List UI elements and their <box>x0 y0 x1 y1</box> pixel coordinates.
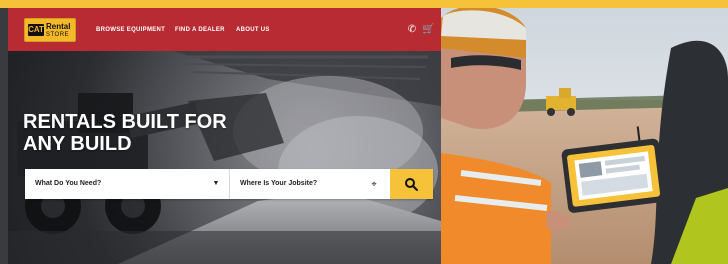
nav-browse-equipment[interactable]: BROWSE EQUIPMENT <box>96 24 168 36</box>
hero-title-line-1: RENTALS BUILT FOR <box>23 111 227 133</box>
worker-tablet-photo <box>441 8 728 264</box>
equipment-select[interactable]: What Do You Need? ▼ <box>25 169 230 199</box>
phone-icon[interactable]: ✆ <box>406 24 418 36</box>
hero-machinery-photo <box>8 51 441 264</box>
left-edge-strip <box>0 8 8 264</box>
hero-title-line-2: ANY BUILD <box>23 133 132 155</box>
logo-store-text: STORE <box>46 32 70 38</box>
nav-about-us[interactable]: ABOUT US <box>236 24 278 36</box>
hero-banner: RENTALS BUILT FOR ANY BUILD What Do You … <box>8 51 441 264</box>
cart-icon[interactable]: 🛒 <box>422 24 434 36</box>
top-navigation: CAT Rental STORE BROWSE EQUIPMENT FIND A… <box>8 8 441 51</box>
hero-title: RENTALS BUILT FOR ANY BUILD <box>23 111 253 155</box>
equipment-select-label: What Do You Need? <box>35 180 102 187</box>
website-preview: CAT Rental STORE BROWSE EQUIPMENT FIND A… <box>8 8 441 264</box>
logo-cat-mark: CAT <box>28 24 44 36</box>
worker-tablet-image <box>441 8 728 264</box>
top-accent-band <box>0 0 728 8</box>
search-bar: What Do You Need? ▼ Where Is Your Jobsit… <box>25 169 433 199</box>
nav-find-a-dealer[interactable]: FIND A DEALER <box>175 24 229 36</box>
chevron-down-icon: ▼ <box>212 180 220 187</box>
search-button[interactable] <box>390 169 433 199</box>
location-pin-icon: ⌖ <box>371 179 377 189</box>
search-icon <box>405 178 418 191</box>
cat-rental-store-logo[interactable]: CAT Rental STORE <box>24 18 76 42</box>
jobsite-input[interactable]: Where Is Your Jobsite? ⌖ <box>230 169 390 199</box>
jobsite-input-label: Where Is Your Jobsite? <box>240 180 318 187</box>
